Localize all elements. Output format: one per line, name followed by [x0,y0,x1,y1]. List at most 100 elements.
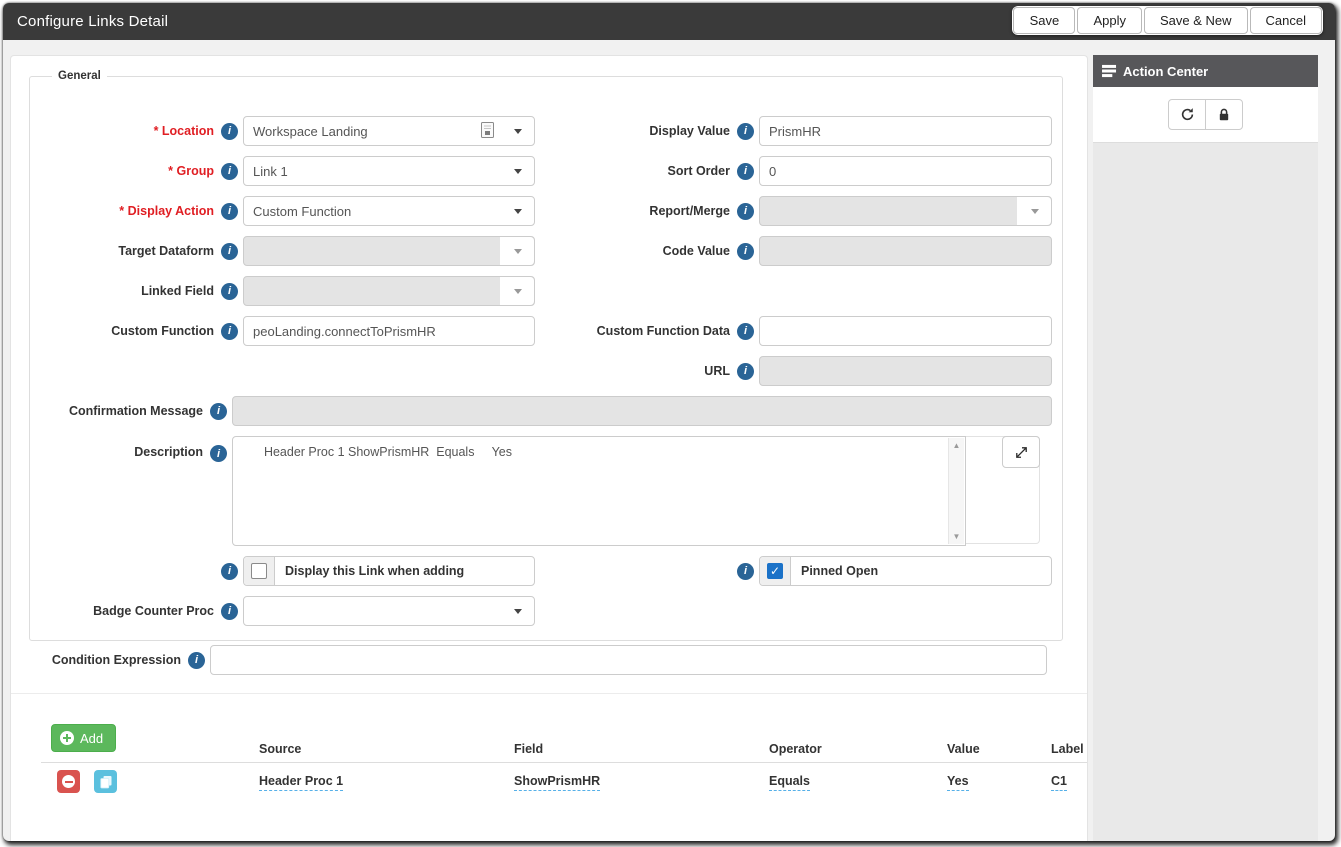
custom-function-row: Custom Function i [40,316,535,346]
badge-counter-proc-label: Badge Counter Proc [93,604,214,618]
info-icon[interactable]: i [188,651,205,669]
refresh-icon [1181,108,1193,121]
info-icon[interactable]: i [737,362,754,380]
description-row: Description i Header Proc 1 ShowPrismHR … [40,436,1052,546]
sort-order-row: Sort Order i [540,156,1052,186]
configure-links-window: Configure Links Detail Save Apply Save &… [3,3,1335,841]
target-dataform-label: Target Dataform [118,244,214,258]
chevron-down-icon [514,168,522,174]
report-merge-row: Report/Merge i [540,196,1052,226]
cancel-button[interactable]: Cancel [1249,7,1322,34]
custom-function-input[interactable] [244,317,534,345]
cell-value[interactable]: Yes [947,774,969,791]
column-header-source: Source [259,742,302,756]
url-input [760,357,1051,385]
info-icon[interactable]: i [221,562,238,580]
info-icon[interactable]: i [210,445,227,462]
info-icon[interactable]: i [221,282,238,300]
linked-field-label: Linked Field [141,284,214,298]
titlebar-button-group: Save Apply Save & New Cancel [1012,6,1323,35]
description-textarea[interactable]: Header Proc 1 ShowPrismHR Equals Yes ▲ ▼ [232,436,966,546]
cell-field[interactable]: ShowPrismHR [514,774,601,791]
linked-field-row: Linked Field i [40,276,535,306]
display-value-input[interactable] [760,117,1051,145]
custom-function-data-input[interactable] [760,317,1051,345]
lock-icon [1219,108,1229,121]
group-label: * Group [168,164,214,178]
info-icon[interactable]: i [737,122,754,140]
pinned-open-box: ✓ Pinned Open [759,556,1052,586]
display-action-row: * Display Action i Custom Function [40,196,535,226]
info-icon[interactable]: i [737,562,754,580]
display-value-label: Display Value [649,124,730,138]
copy-icon [99,775,111,788]
general-legend: General [58,70,101,82]
chevron-down-icon [514,208,522,214]
info-icon[interactable]: i [210,402,227,420]
info-icon[interactable]: i [737,202,754,220]
condition-expression-label: Condition Expression [51,653,181,667]
custom-function-data-row: Custom Function Data i [540,316,1052,346]
info-icon[interactable]: i [737,162,754,180]
custom-function-data-label: Custom Function Data [596,324,730,338]
location-row: * Location i Workspace Landing [40,116,535,146]
display-when-adding-label: Display this Link when adding [285,564,465,578]
lock-button[interactable] [1205,99,1243,130]
url-label: URL [704,364,730,378]
action-center-panel: Action Center [1093,55,1318,841]
chevron-down-icon [514,128,522,134]
action-center-title: Action Center [1123,63,1209,79]
location-label: * Location [153,124,214,138]
code-value-row: Code Value i [540,236,1052,266]
linked-field-select [243,276,535,306]
apply-button[interactable]: Apply [1077,7,1142,34]
copy-row-button[interactable] [94,770,117,793]
custom-function-label: Custom Function [111,324,214,338]
form-card: General * Location i Workspace Landing *… [10,55,1088,841]
plus-icon [60,731,74,745]
delete-row-button[interactable] [57,770,80,793]
action-center-toolbar [1093,87,1318,143]
save-button[interactable]: Save [1013,7,1076,34]
sort-order-input[interactable] [760,157,1051,185]
display-when-adding-checkbox[interactable] [251,563,267,579]
info-icon[interactable]: i [221,122,238,140]
report-merge-label: Report/Merge [649,204,730,218]
url-row: URL i [540,356,1052,386]
badge-counter-proc-select[interactable] [243,596,535,626]
group-select[interactable]: Link 1 [243,156,535,186]
info-icon[interactable]: i [221,202,238,220]
form-picker-icon[interactable] [481,121,494,141]
code-value-label: Code Value [662,244,730,258]
chevron-down-icon [514,288,522,294]
display-action-select[interactable]: Custom Function [243,196,535,226]
expand-icon [1015,446,1027,458]
refresh-button[interactable] [1168,99,1206,130]
confirmation-message-row: Confirmation Message i [40,396,1052,426]
info-icon[interactable]: i [737,322,754,340]
description-scrollbar[interactable]: ▲ ▼ [948,438,964,544]
scroll-up-icon[interactable]: ▲ [949,441,964,450]
scroll-down-icon[interactable]: ▼ [949,532,964,541]
column-header-operator: Operator [769,742,822,756]
pinned-open-label: Pinned Open [801,564,879,578]
condition-expression-input[interactable] [211,646,1046,674]
info-icon[interactable]: i [737,242,754,260]
sort-order-label: Sort Order [667,164,730,178]
pinned-open-checkbox[interactable]: ✓ [767,563,783,579]
info-icon[interactable]: i [221,242,238,260]
location-select[interactable]: Workspace Landing [243,116,535,146]
info-icon[interactable]: i [221,602,238,620]
column-header-field: Field [514,742,544,756]
save-and-new-button[interactable]: Save & New [1143,7,1248,34]
add-condition-button[interactable]: Add [51,724,117,752]
info-icon[interactable]: i [221,322,238,340]
action-center-header: Action Center [1093,55,1318,87]
code-value-input [760,237,1051,265]
expand-button[interactable] [1002,436,1040,468]
cell-source[interactable]: Header Proc 1 [259,774,344,791]
cell-operator[interactable]: Equals [769,774,810,791]
info-icon[interactable]: i [221,162,238,180]
confirmation-message-label: Confirmation Message [68,404,203,418]
cell-label[interactable]: C1 [1051,774,1067,791]
